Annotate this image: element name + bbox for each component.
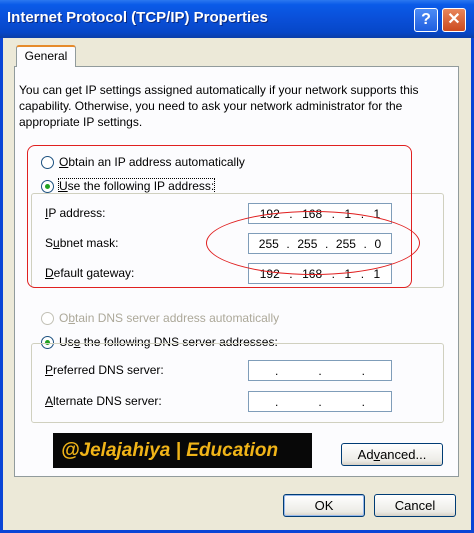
- annotation-ellipse: [206, 211, 420, 275]
- tab-general[interactable]: General: [16, 45, 76, 67]
- radio-button-disabled[interactable]: [41, 312, 54, 326]
- title-bar[interactable]: Internet Protocol (TCP/IP) Properties ? …: [0, 0, 474, 38]
- intro-text: You can get IP settings assigned automat…: [19, 83, 419, 129]
- advanced-button[interactable]: Advanced...: [341, 443, 443, 466]
- radio-obtain-dns-auto[interactable]: Obtain DNS server address automatically: [41, 311, 280, 326]
- alternate-dns-field[interactable]: ...: [248, 391, 392, 412]
- radio-label: tain DNS server address automatically: [75, 311, 280, 325]
- watermark-banner: @Jelajahiya | Education: [53, 433, 312, 468]
- preferred-dns-label: Preferred DNS server:: [45, 363, 164, 377]
- help-button[interactable]: ?: [414, 8, 438, 32]
- close-button[interactable]: ✕: [442, 8, 466, 32]
- cancel-button[interactable]: Cancel: [374, 494, 456, 517]
- dialog-window: Internet Protocol (TCP/IP) Properties ? …: [0, 0, 474, 533]
- preferred-dns-field[interactable]: ...: [248, 360, 392, 381]
- ok-button[interactable]: OK: [283, 494, 365, 517]
- window-title: Internet Protocol (TCP/IP) Properties: [7, 9, 268, 26]
- alternate-dns-label: Alternate DNS server:: [45, 394, 162, 408]
